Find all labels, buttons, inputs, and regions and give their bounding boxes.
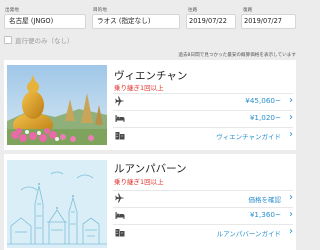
chevron-right-icon: › — [289, 129, 293, 140]
chevron-right-icon: › — [289, 226, 293, 237]
city-name[interactable]: ルアンパバーン — [114, 161, 187, 176]
search-form: 出発地 名古屋 (JNGO) 目的地 ラオス (指定なし) 往路 2019/07… — [0, 0, 300, 32]
vientiane-photo — [7, 65, 107, 145]
nonstop-filter[interactable]: 直行便のみ（なし） — [4, 35, 74, 45]
chevron-right-icon: › — [289, 209, 293, 220]
nonstop-label: 直行便のみ（なし） — [15, 37, 74, 45]
inbound-date-label: 復路 — [243, 8, 253, 13]
price-notice: 過去8日間で見つかった最安の概算価格を表示しています — [178, 53, 296, 58]
guide-row[interactable]: ルアンパバーンガイド › — [113, 224, 293, 238]
luang-prabang-illustration — [7, 160, 107, 248]
result-card-luang-prabang[interactable]: ルアンパバーン 乗り継ぎ1回以上 価格を確認 › ¥1,360~ › ルアンパバ… — [4, 154, 296, 250]
airplane-icon — [115, 96, 125, 106]
guide-link[interactable]: ヴィエンチャンガイド — [216, 131, 281, 141]
flight-row[interactable]: ¥45,060~ › — [113, 93, 293, 107]
departure-label: 出発地 — [5, 8, 19, 13]
departure-field[interactable]: 名古屋 (JNGO) — [4, 14, 86, 29]
hotel-row[interactable]: ¥1,360~ › — [113, 207, 293, 221]
transfer-note: 乗り継ぎ1回以上 — [114, 178, 164, 186]
chevron-right-icon: › — [289, 95, 293, 106]
outbound-date-label: 往路 — [188, 8, 198, 13]
guide-link[interactable]: ルアンパバーンガイド — [217, 228, 281, 238]
inbound-date-field[interactable]: 2019/07/27 — [241, 14, 296, 29]
check-price-link[interactable]: 価格を確認 — [249, 194, 282, 204]
hotel-price[interactable]: ¥1,020~ — [250, 113, 281, 122]
building-icon — [115, 130, 125, 140]
nonstop-checkbox[interactable] — [4, 36, 12, 44]
building-icon — [115, 227, 125, 237]
flight-price[interactable]: ¥45,060~ — [245, 96, 281, 105]
transfer-note: 乗り継ぎ1回以上 — [114, 84, 164, 92]
chevron-right-icon: › — [289, 112, 293, 123]
chevron-right-icon: › — [289, 192, 293, 203]
flight-row[interactable]: 価格を確認 › — [113, 190, 293, 204]
city-name[interactable]: ヴィエンチャン — [114, 68, 187, 83]
destination-field[interactable]: ラオス (指定なし) — [92, 14, 180, 29]
destination-label: 目的地 — [93, 8, 107, 13]
guide-row[interactable]: ヴィエンチャンガイド › — [113, 127, 293, 141]
bed-icon — [115, 210, 125, 220]
bed-icon — [115, 113, 125, 123]
result-card-vientiane[interactable]: ヴィエンチャン 乗り継ぎ1回以上 ¥45,060~ › ¥1,020~ › ヴィ… — [4, 60, 296, 150]
outbound-date-field[interactable]: 2019/07/22 — [186, 14, 236, 29]
airplane-icon — [115, 193, 125, 203]
hotel-row[interactable]: ¥1,020~ › — [113, 110, 293, 124]
hotel-price[interactable]: ¥1,360~ — [250, 210, 281, 219]
